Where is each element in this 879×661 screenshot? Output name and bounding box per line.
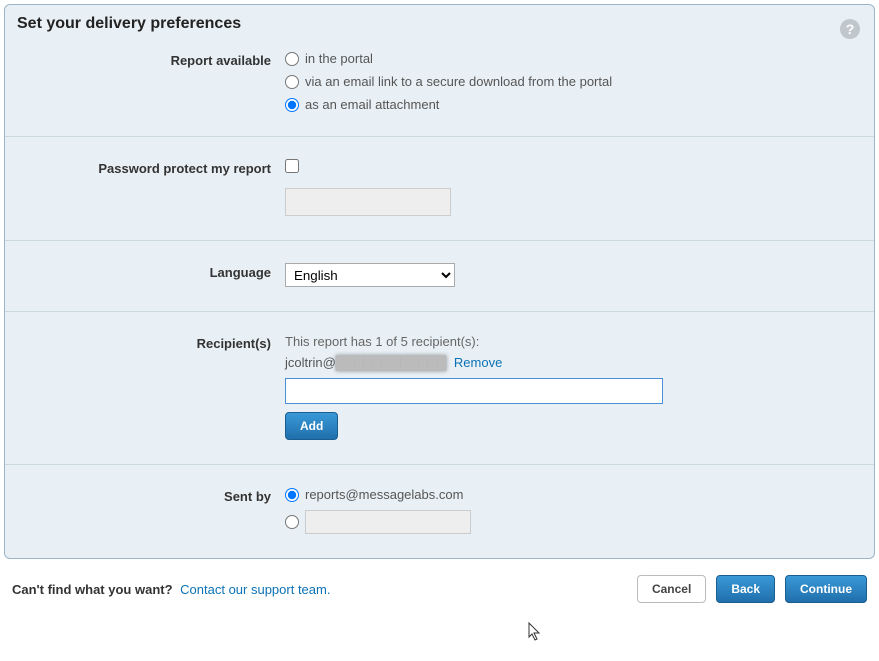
password-input[interactable] [285,188,451,216]
footer-buttons: Cancel Back Continue [637,575,867,603]
label-password: Password protect my report [17,159,285,176]
radio-attachment-label: as an email attachment [305,97,439,112]
row-recipients: Recipient(s) This report has 1 of 5 reci… [5,312,874,465]
controls-password [285,159,862,216]
row-sent-by: Sent by reports@messagelabs.com [5,465,874,558]
radio-email-link[interactable] [285,75,299,89]
delivery-preferences-panel: Set your delivery preferences ? Report a… [4,4,875,559]
recipient-input[interactable] [285,378,663,404]
radio-email-link-label: via an email link to a secure download f… [305,74,612,89]
label-language: Language [17,263,285,280]
add-recipient-button[interactable]: Add [285,412,338,440]
label-sent-by: Sent by [17,487,285,504]
recipient-item: jcoltrin@████████████ Remove [285,355,862,370]
radio-in-portal[interactable] [285,52,299,66]
panel-header: Set your delivery preferences ? [5,5,874,51]
row-password: Password protect my report [5,137,874,241]
radio-in-portal-label: in the portal [305,51,373,66]
controls-language: English [285,263,862,287]
radio-sent-custom[interactable] [285,515,299,529]
radio-attachment[interactable] [285,98,299,112]
remove-recipient-link[interactable]: Remove [454,355,502,370]
label-recipients: Recipient(s) [17,334,285,351]
support-link[interactable]: Contact our support team. [180,582,330,597]
recipient-email-prefix: jcoltrin@ [285,355,336,370]
row-language: Language English [5,241,874,312]
continue-button[interactable]: Continue [785,575,867,603]
back-button[interactable]: Back [716,575,775,603]
language-select[interactable]: English [285,263,455,287]
controls-report-available: in the portal via an email link to a sec… [285,51,862,112]
label-report-available: Report available [17,51,285,68]
footer-text: Can't find what you want? Contact our su… [12,582,330,597]
footer-prompt: Can't find what you want? [12,582,173,597]
recipient-email-blurred: ████████████ [336,355,447,370]
sent-default-label: reports@messagelabs.com [305,487,463,502]
controls-sent-by: reports@messagelabs.com [285,487,862,534]
footer: Can't find what you want? Contact our su… [4,559,875,609]
cancel-button[interactable]: Cancel [637,575,706,603]
cursor-icon [528,622,542,642]
recipients-count-text: This report has 1 of 5 recipient(s): [285,334,862,349]
sent-custom-input[interactable] [305,510,471,534]
checkbox-password-protect[interactable] [285,159,299,173]
panel-title: Set your delivery preferences [17,15,862,33]
controls-recipients: This report has 1 of 5 recipient(s): jco… [285,334,862,440]
help-icon[interactable]: ? [840,19,860,39]
radio-sent-default[interactable] [285,488,299,502]
row-report-available: Report available in the portal via an em… [5,51,874,137]
